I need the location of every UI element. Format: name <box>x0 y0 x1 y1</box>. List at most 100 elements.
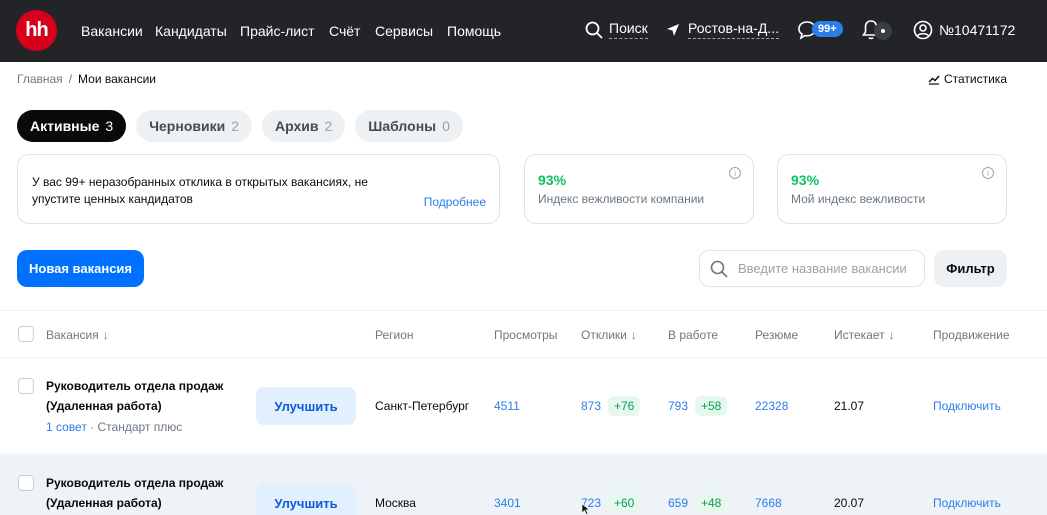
vacancy-meta: 1 совет · Стандарт плюс <box>46 420 182 434</box>
notice-more-link[interactable]: Подробнее <box>424 195 486 209</box>
account-menu[interactable]: №10471172 <box>913 20 1015 40</box>
tab-label: Шаблоны <box>368 118 437 134</box>
tab-archive[interactable]: Архив 2 <box>262 110 346 142</box>
nav-link-vacancies[interactable]: Вакансии <box>81 22 143 40</box>
column-header-label: Регион <box>375 328 414 342</box>
table-row: Руководитель отдела продаж (Удаленная ра… <box>0 358 1047 454</box>
nav-region-label: Ростов-на-Д... <box>688 20 779 39</box>
improve-button[interactable]: Улучшить <box>256 387 356 425</box>
search-icon <box>585 21 603 38</box>
expires-cell: 20.07 <box>834 496 865 510</box>
nav-link-candidates[interactable]: Кандидаты <box>155 22 227 40</box>
tab-count: 3 <box>105 118 114 134</box>
search-icon <box>710 260 728 277</box>
breadcrumb-current: Мои вакансии <box>78 72 157 86</box>
breadcrumb: Главная / Мои вакансии <box>17 72 156 86</box>
responses-new-badge[interactable]: +60 <box>608 493 641 513</box>
resumes-link[interactable]: 22328 <box>755 399 788 413</box>
my-politeness-card: 93% Мой индекс вежливости i <box>777 154 1007 224</box>
vacancy-search <box>699 250 925 287</box>
column-header-label: Резюме <box>755 328 799 342</box>
tab-templates[interactable]: Шаблоны 0 <box>355 110 463 142</box>
new-vacancy-button[interactable]: Новая вакансия <box>17 250 144 287</box>
in-work-new-badge[interactable]: +58 <box>695 396 728 416</box>
in-work-link[interactable]: 659 <box>668 496 688 510</box>
column-header-in-work: В работе <box>668 328 718 342</box>
improve-button[interactable]: Улучшить <box>256 484 356 515</box>
nav-region-selector[interactable]: Ростов-на-Д... <box>666 20 779 39</box>
expires-cell: 21.07 <box>834 399 865 413</box>
notifications-indicator <box>874 22 892 40</box>
breadcrumb-home[interactable]: Главная <box>17 72 63 86</box>
resumes-link[interactable]: 7668 <box>755 496 782 510</box>
column-header-vacancy[interactable]: Вакансия ↓ <box>46 328 109 342</box>
tab-label: Активные <box>30 118 100 134</box>
tab-active[interactable]: Активные 3 <box>17 110 127 142</box>
top-navigation-bar: hh Вакансии Кандидаты Прайс-лист Счёт Се… <box>0 0 1047 62</box>
column-header-label: Продвижение <box>933 328 1010 342</box>
nav-link-pricelist[interactable]: Прайс-лист <box>240 22 315 40</box>
tab-label: Архив <box>275 118 319 134</box>
vacancy-title-link[interactable]: Руководитель отдела продаж (Удаленная ра… <box>46 473 246 513</box>
column-header-responses[interactable]: Отклики ↓ <box>581 328 637 342</box>
responses-new-badge[interactable]: +76 <box>608 396 641 416</box>
region-cell: Санкт-Петербург <box>375 399 470 413</box>
account-number: №10471172 <box>939 22 1016 38</box>
column-header-expires[interactable]: Истекает ↓ <box>834 328 895 342</box>
nav-search-label: Поиск <box>609 20 648 39</box>
company-politeness-label: Индекс вежливости компании <box>538 192 705 206</box>
filter-button[interactable]: Фильтр <box>934 250 1007 287</box>
select-all-checkbox[interactable] <box>18 326 34 342</box>
chart-line-icon <box>928 75 940 85</box>
column-header-label: Просмотры <box>494 328 558 342</box>
messages-badge: 99+ <box>812 21 843 37</box>
promotion-connect-link[interactable]: Подключить <box>933 399 1001 413</box>
column-header-label: Вакансия <box>46 328 99 342</box>
sort-arrow-icon: ↓ <box>888 328 895 342</box>
column-header-label: Отклики <box>581 328 627 342</box>
in-work-link[interactable]: 793 <box>668 399 688 413</box>
breadcrumb-separator: / <box>68 72 73 86</box>
tab-count: 2 <box>231 118 239 134</box>
in-work-new-badge[interactable]: +48 <box>695 493 728 513</box>
my-politeness-label: Мой индекс вежливости <box>791 192 926 206</box>
hh-logo[interactable]: hh <box>16 10 57 51</box>
company-politeness-value: 93% <box>538 172 567 188</box>
tab-count: 2 <box>324 118 333 134</box>
tab-count: 0 <box>442 118 450 134</box>
vacancy-tip-link[interactable]: 1 совет <box>46 420 87 434</box>
row-checkbox[interactable] <box>18 475 34 491</box>
mouse-cursor-icon <box>581 503 591 515</box>
views-link[interactable]: 3401 <box>494 496 521 510</box>
row-checkbox[interactable] <box>18 378 34 394</box>
statistics-label: Статистика <box>943 72 1007 86</box>
user-avatar-icon <box>913 20 933 40</box>
column-header-resumes: Резюме <box>755 328 798 342</box>
info-icon[interactable]: i <box>729 167 741 179</box>
column-header-promotion: Продвижение <box>933 328 1010 342</box>
sort-arrow-icon: ↓ <box>630 328 637 342</box>
unprocessed-responses-notice: У вас 99+ неразобранных отклика в открыт… <box>17 154 500 224</box>
table-header: Вакансия ↓ Регион Просмотры Отклики ↓ В … <box>0 310 1047 358</box>
nav-link-help[interactable]: Помощь <box>447 22 501 40</box>
vacancy-search-input[interactable] <box>738 261 918 276</box>
column-header-views: Просмотры <box>494 328 557 342</box>
responses-link[interactable]: 873 <box>581 399 601 413</box>
company-politeness-card: 93% Индекс вежливости компании i <box>524 154 754 224</box>
tab-drafts[interactable]: Черновики 2 <box>136 110 252 142</box>
vacancy-title-link[interactable]: Руководитель отдела продаж (Удаленная ра… <box>46 376 246 416</box>
sort-arrow-icon: ↓ <box>102 328 109 342</box>
views-link[interactable]: 4511 <box>494 399 520 413</box>
nav-search-button[interactable]: Поиск <box>585 20 648 39</box>
info-icon[interactable]: i <box>982 167 994 179</box>
table-row: Руководитель отдела продаж (Удаленная ра… <box>0 455 1047 515</box>
notice-text: У вас 99+ неразобранных отклика в открыт… <box>32 175 368 206</box>
promotion-connect-link[interactable]: Подключить <box>933 496 1001 510</box>
location-arrow-icon <box>667 23 679 36</box>
nav-link-services[interactable]: Сервисы <box>375 22 433 40</box>
my-politeness-value: 93% <box>791 172 820 188</box>
nav-link-invoice[interactable]: Счёт <box>329 22 360 40</box>
column-header-label: Истекает <box>834 328 885 342</box>
column-header-region: Регион <box>375 328 414 342</box>
statistics-link[interactable]: Статистика <box>928 72 1007 86</box>
